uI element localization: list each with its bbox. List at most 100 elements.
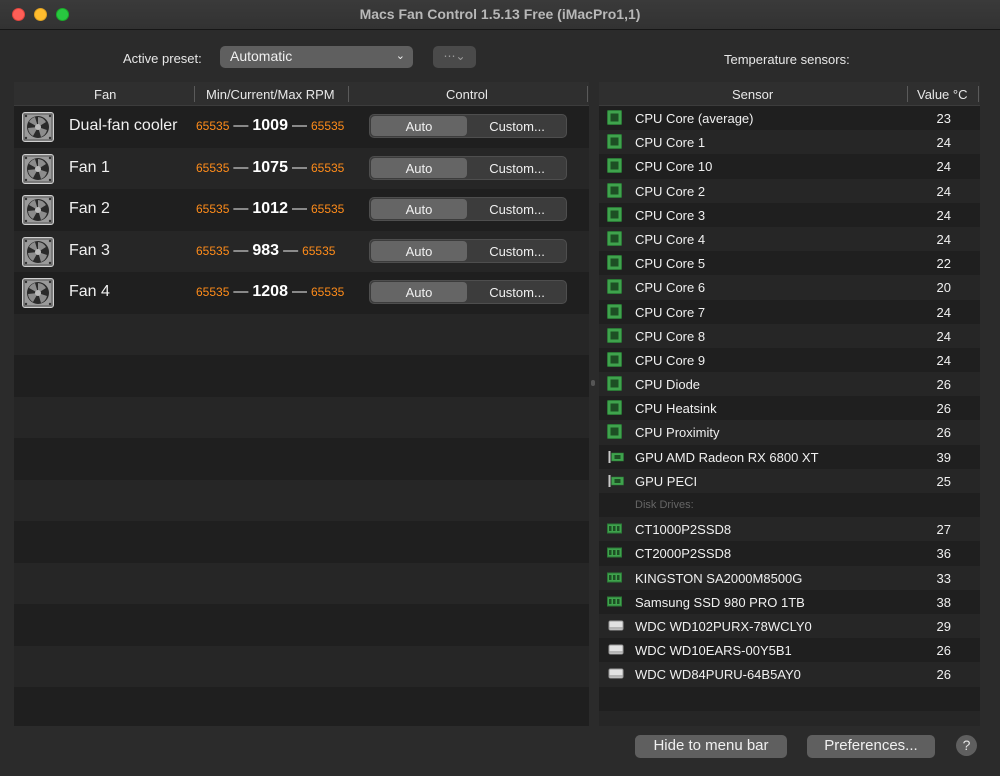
sensor-row[interactable]: CPU Core 2 24 [599,178,980,203]
sensor-value: 33 [936,570,951,586]
sensor-row[interactable]: CPU Core 6 20 [599,275,980,300]
sensor-value: 26 [936,401,951,417]
sensor-row[interactable]: CPU Proximity 26 [599,420,980,445]
sensor-row[interactable]: GPU PECI 25 [599,468,980,493]
sensor-row[interactable]: CPU Diode 26 [599,372,980,397]
sensor-row[interactable]: CT2000P2SSD8 36 [599,541,980,565]
fan-current-rpm: 1208 [252,283,288,300]
disk-drives-group-label: Disk Drives: [635,499,694,511]
column-control[interactable]: Control [446,87,488,102]
fan-min-rpm: 65535 [196,202,230,216]
empty-row [14,645,589,687]
sensor-row[interactable]: CPU Core 10 24 [599,154,980,178]
empty-row [599,687,980,711]
active-preset-label: Active preset: [123,51,202,66]
sensor-value: 24 [936,304,951,320]
sensor-row[interactable]: CPU Heatsink 26 [599,396,980,420]
sensor-value: 25 [936,473,951,489]
fan-icon [22,278,54,308]
fan-rpm: 65535—1012—65535 [196,200,348,218]
custom-button[interactable]: Custom... [468,241,566,261]
fan-row[interactable]: Fan 4 65535—1208—65535 Auto Custom... [14,272,589,314]
auto-button[interactable]: Auto [371,240,467,261]
sensor-name: CPU Core 9 [635,352,706,368]
sensor-row[interactable]: WDC WD10EARS-00Y5B1 26 [599,638,980,662]
fan-rpm: 65535—1009—65535 [196,117,348,135]
sensor-value: 26 [936,643,951,659]
sensor-row[interactable]: CT1000P2SSD8 27 [599,517,980,542]
fan-current-rpm: 1075 [252,158,288,176]
sensor-name: CPU Core 8 [635,328,706,344]
sensor-value: 36 [936,546,951,562]
sensor-row[interactable]: CPU Core 8 24 [599,323,980,348]
rpm-separator: — [233,158,249,176]
active-preset-select[interactable]: Automatic ⌄ [220,46,413,68]
preset-options-button[interactable]: ⋯⌄ [433,46,476,68]
auto-button[interactable]: Auto [371,199,467,219]
sensor-row[interactable]: KINGSTON SA2000M8500G 33 [599,565,980,590]
auto-button[interactable]: Auto [371,282,467,302]
title-bar: Macs Fan Control 1.5.13 Free (iMacPro1,1… [0,0,1000,30]
sensor-value: 24 [936,183,951,199]
sensor-row[interactable]: CPU Core 4 24 [599,226,980,252]
column-value[interactable]: Value °C [917,87,967,102]
fan-row[interactable]: Fan 1 65535—1075—65535 Auto Custom... [14,147,589,189]
column-fan[interactable]: Fan [94,87,116,102]
sensor-row[interactable]: CPU Core 3 24 [599,203,980,227]
sensor-value: 38 [936,594,951,610]
sensor-row[interactable]: Samsung SSD 980 PRO 1TB 38 [599,590,980,614]
sensor-value: 24 [936,159,951,175]
sensor-value: 29 [936,618,951,634]
custom-button[interactable]: Custom... [468,116,566,136]
help-button[interactable]: ? [956,735,977,756]
empty-row [14,313,589,355]
fan-row[interactable]: Fan 2 65535—1012—65535 Auto Custom... [14,189,589,231]
sensor-row[interactable]: GPU AMD Radeon RX 6800 XT 39 [599,445,980,469]
sensor-value: 24 [936,231,951,247]
sensor-row[interactable]: WDC WD102PURX-78WCLY0 29 [599,613,980,639]
sensor-row[interactable]: CPU Core 9 24 [599,348,980,372]
active-preset-value: Automatic [230,48,293,64]
split-view-divider[interactable] [591,380,595,386]
fan-max-rpm: 65535 [310,119,345,133]
fan-control-segment[interactable]: Auto Custom... [369,238,567,263]
auto-button[interactable]: Auto [371,116,467,136]
sensor-name: CPU Proximity [635,425,720,441]
custom-button[interactable]: Custom... [468,158,566,178]
fan-control-segment[interactable]: Auto Custom... [369,114,567,138]
fan-row[interactable]: Fan 3 65535—983—65535 Auto Custom... [14,230,589,272]
sensor-row[interactable]: WDC WD84PURU-64B5AY0 26 [599,662,980,687]
rpm-separator: — [283,241,299,259]
fan-table: Fan Min/Current/Max RPM Control Dual-fan… [14,82,589,726]
rpm-separator: — [291,117,307,134]
column-rpm[interactable]: Min/Current/Max RPM [206,87,335,102]
custom-button[interactable]: Custom... [468,282,566,302]
fan-row[interactable]: Dual-fan cooler 65535—1009—65535 Auto Custo… [14,106,589,148]
sensor-value: 24 [936,352,951,368]
column-sensor[interactable]: Sensor [732,87,773,102]
sensor-rows: CPU Core (average) 23 CPU Core 1 24 CPU Core… [599,106,980,726]
fan-min-rpm: 65535 [196,243,230,258]
sensor-row[interactable]: CPU Core 5 22 [599,251,980,275]
hide-to-menu-bar-button[interactable]: Hide to menu bar [635,735,787,758]
sensor-name: CPU Heatsink [635,401,717,417]
sensor-row[interactable]: CPU Core (average) 23 [599,106,980,130]
sensor-name: CPU Core 6 [635,280,706,296]
fan-icon [22,112,54,142]
custom-button[interactable]: Custom... [468,199,566,219]
fan-control-segment[interactable]: Auto Custom... [369,280,567,304]
fan-max-rpm: 65535 [310,285,345,299]
sensor-row[interactable]: CPU Core 7 24 [599,300,980,324]
auto-button[interactable]: Auto [371,157,467,178]
sensor-name: WDC WD102PURX-78WCLY0 [635,618,812,634]
sensor-value: 27 [936,522,951,538]
empty-row [14,479,589,521]
preferences-button[interactable]: Preferences... [807,735,935,758]
fan-control-segment[interactable]: Auto Custom... [369,197,567,221]
fan-control-segment[interactable]: Auto Custom... [369,155,567,180]
rpm-separator: — [233,200,249,217]
temperature-sensors-label: Temperature sensors: [724,52,850,67]
sensor-name: CPU Core 7 [635,304,706,320]
sensor-row[interactable]: CPU Core 1 24 [599,130,980,155]
empty-row [14,562,589,604]
